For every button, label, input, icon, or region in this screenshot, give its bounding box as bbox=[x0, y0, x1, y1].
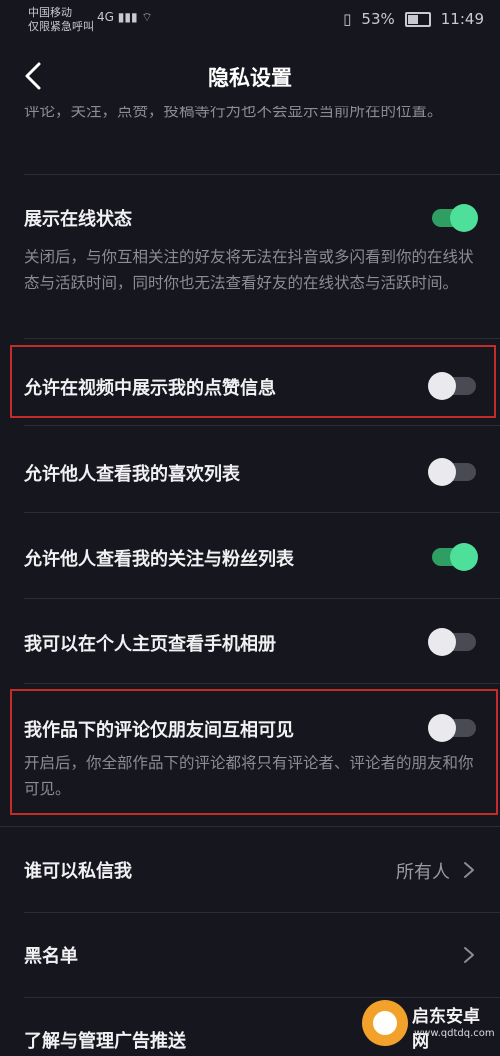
toggle-comments-friends[interactable] bbox=[428, 714, 476, 742]
divider bbox=[24, 912, 500, 913]
setting-title-album: 我可以在个人主页查看手机相册 bbox=[24, 634, 276, 655]
setting-title-follow-list: 允许他人查看我的关注与粉丝列表 bbox=[24, 549, 294, 570]
carrier-name: 中国移动 bbox=[28, 6, 72, 19]
signal-icon: 4G ▮▮▮ ⌔ bbox=[97, 10, 153, 24]
toggle-favorites-list[interactable] bbox=[428, 458, 476, 486]
carrier-emergency: 仅限紧急呼叫 bbox=[28, 20, 94, 33]
status-right: ▯ 53% 11:49 bbox=[343, 10, 484, 28]
battery-percent: 53% bbox=[361, 10, 395, 28]
nav-bar: 隐私设置 bbox=[0, 50, 500, 106]
link-title-direct-message: 谁可以私信我 bbox=[24, 861, 132, 882]
divider bbox=[24, 338, 500, 339]
toggle-online-status[interactable] bbox=[428, 204, 478, 232]
toggle-show-likes[interactable] bbox=[428, 372, 476, 400]
scrolled-description: 评论，关注，点赞，投稿等行为也不会显示当前所在的位置。 bbox=[24, 106, 443, 120]
toggle-album[interactable] bbox=[428, 628, 476, 656]
logo-icon bbox=[362, 1000, 408, 1046]
link-title-ads: 了解与管理广告推送 bbox=[24, 1031, 186, 1052]
link-value-direct-message: 所有人 bbox=[396, 862, 450, 883]
divider bbox=[24, 683, 500, 684]
setting-title-comments-friends: 我作品下的评论仅朋友间互相可见 bbox=[24, 720, 294, 741]
battery-icon bbox=[404, 11, 431, 27]
clock: 11:49 bbox=[440, 10, 484, 28]
setting-desc-online-status: 关闭后，与你互相关注的好友将无法在抖音或多闪看到你的在线状态与活跃时间，同时你也… bbox=[24, 248, 474, 292]
divider bbox=[24, 598, 500, 599]
setting-title-show-likes: 允许在视频中展示我的点赞信息 bbox=[24, 378, 276, 399]
divider bbox=[24, 425, 500, 426]
divider bbox=[24, 512, 500, 513]
watermark-logo: 启东安卓网 www.qdtdq.com bbox=[362, 996, 495, 1052]
setting-title-favorites-list: 允许他人查看我的喜欢列表 bbox=[24, 464, 240, 485]
setting-desc-comments-friends: 开启后，你全部作品下的评论都将只有评论者、评论者的朋友和你可见。 bbox=[24, 754, 474, 798]
watermark-url: www.qdtdq.com bbox=[414, 1028, 495, 1039]
link-title-blacklist: 黑名单 bbox=[24, 946, 78, 967]
watermark-name: 启东安卓网 bbox=[412, 1007, 480, 1052]
setting-title-online-status: 展示在线状态 bbox=[24, 209, 132, 230]
page-title: 隐私设置 bbox=[208, 66, 292, 90]
chevron-right-icon bbox=[462, 945, 476, 965]
divider bbox=[24, 174, 500, 175]
toggle-follow-list[interactable] bbox=[428, 543, 478, 571]
chevron-right-icon bbox=[462, 860, 476, 880]
status-bar: 中国移动 仅限紧急呼叫 4G ▮▮▮ ⌔ ▯ 53% 11:49 bbox=[0, 0, 500, 40]
carrier-info: 中国移动 仅限紧急呼叫 bbox=[28, 6, 94, 34]
section-divider bbox=[0, 826, 500, 827]
vibrate-icon: ▯ bbox=[343, 10, 352, 28]
